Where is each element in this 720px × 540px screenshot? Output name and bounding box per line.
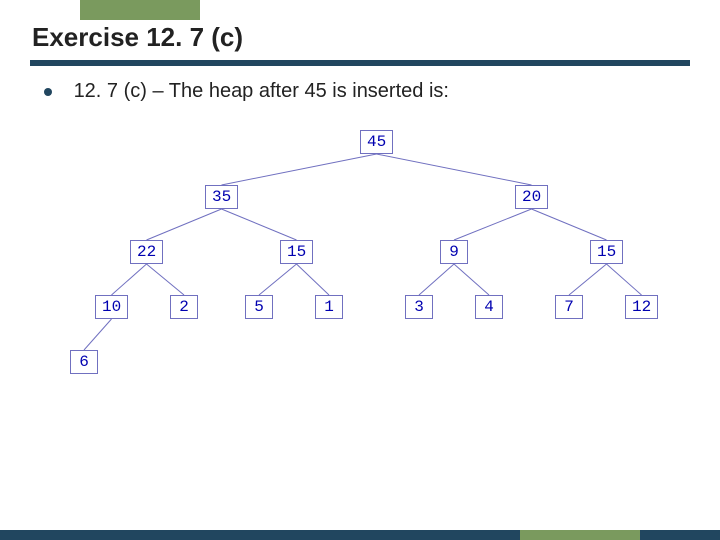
heap-node-l3-5: 4 [475, 295, 503, 319]
heap-node-l2-0: 22 [130, 240, 163, 264]
heap-node-root: 45 [360, 130, 393, 154]
title-rule [30, 60, 690, 66]
heap-node-l1-1: 20 [515, 185, 548, 209]
footer-accent [520, 530, 640, 540]
heap-node-l2-2: 9 [440, 240, 468, 264]
heap-tree-diagram: 45 35 20 22 15 9 15 10 2 5 1 3 4 7 12 6 [60, 120, 660, 440]
bullet-row: 12. 7 (c) – The heap after 45 is inserte… [44, 80, 449, 103]
bullet-dot-icon [44, 88, 52, 96]
heap-node-l2-1: 15 [280, 240, 313, 264]
heap-node-l1-0: 35 [205, 185, 238, 209]
heap-node-l3-4: 3 [405, 295, 433, 319]
heap-node-l3-1: 2 [170, 295, 198, 319]
heap-node-l2-3: 15 [590, 240, 623, 264]
accent-block [80, 0, 200, 20]
heap-node-l4-0: 6 [70, 350, 98, 374]
heap-node-l3-0: 10 [95, 295, 128, 319]
heap-node-l3-3: 1 [315, 295, 343, 319]
heap-node-l3-7: 12 [625, 295, 658, 319]
slide-title: Exercise 12. 7 (c) [32, 22, 243, 53]
heap-node-l3-6: 7 [555, 295, 583, 319]
heap-node-l3-2: 5 [245, 295, 273, 319]
tree-edges [60, 120, 660, 440]
bullet-text: 12. 7 (c) – The heap after 45 is inserte… [74, 80, 449, 102]
